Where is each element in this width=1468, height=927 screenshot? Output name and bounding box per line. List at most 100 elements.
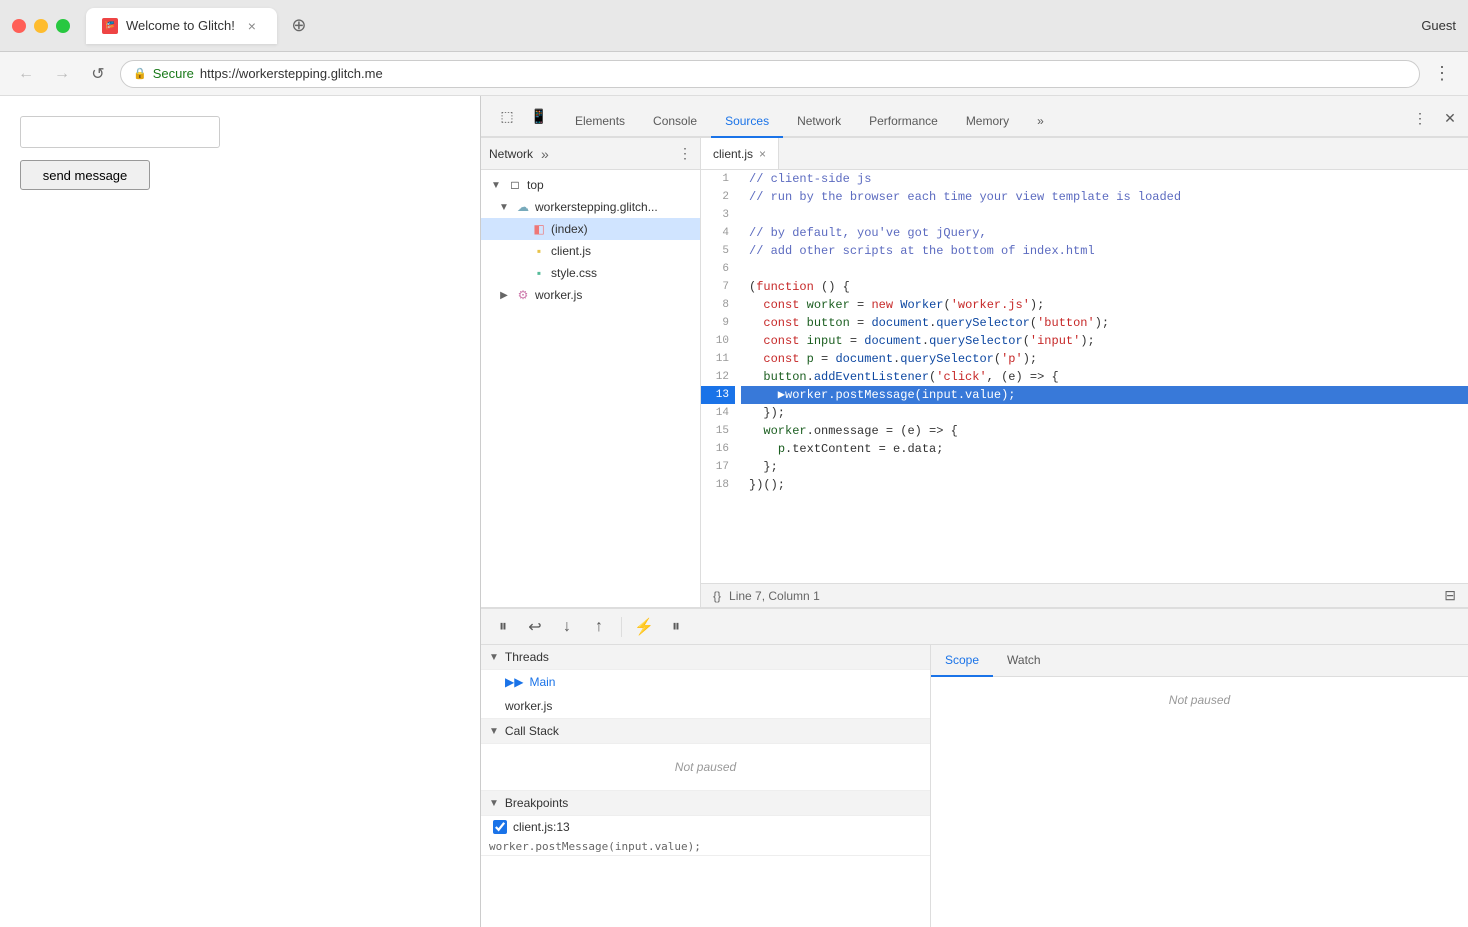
- call-stack-header[interactable]: ▼ Call Stack: [481, 719, 930, 744]
- minimize-button[interactable]: [34, 19, 48, 33]
- call-stack-arrow: ▼: [489, 726, 499, 737]
- tree-item-index[interactable]: ▶ ◧ (index): [481, 218, 700, 240]
- deactivate-breakpoints-button[interactable]: ⚡: [630, 613, 658, 641]
- tree-label-index: (index): [551, 222, 588, 236]
- message-input[interactable]: [20, 116, 220, 148]
- editor-tab-close-button[interactable]: ×: [759, 147, 766, 161]
- tab-elements[interactable]: Elements: [561, 106, 639, 138]
- back-button[interactable]: ←: [12, 60, 40, 88]
- tree-arrow-worker: ▶: [497, 288, 511, 302]
- new-tab-button[interactable]: ⊕: [285, 12, 313, 40]
- thread-worker-label: worker.js: [505, 699, 552, 713]
- tree-item-top[interactable]: ▼ □ top: [481, 174, 700, 196]
- status-expand-button[interactable]: ⊟: [1444, 587, 1456, 604]
- debug-right-tabs: Scope Watch: [931, 645, 1468, 677]
- code-editor-panel: client.js × 1 2 3 4 5: [701, 138, 1468, 607]
- send-message-button[interactable]: send message: [20, 160, 150, 190]
- line-num-1: 1: [701, 170, 735, 188]
- code-line-2: // run by the browser each time your vie…: [741, 188, 1468, 206]
- tree-css-icon: ▪: [531, 265, 547, 281]
- more-options-button[interactable]: ⋮: [1428, 60, 1456, 88]
- tree-item-style[interactable]: ▶ ▪ style.css: [481, 262, 700, 284]
- threads-arrow: ▼: [489, 652, 499, 663]
- close-button[interactable]: [12, 19, 26, 33]
- devtools-body: Network » ⋮ ▼ □ top: [481, 138, 1468, 927]
- tab-performance[interactable]: Performance: [855, 106, 952, 138]
- line-num-13: 13: [701, 386, 735, 404]
- status-curly-braces: {}: [713, 589, 721, 603]
- tab-memory[interactable]: Memory: [952, 106, 1023, 138]
- breakpoint-checkbox[interactable]: [493, 820, 507, 834]
- tab-console[interactable]: Console: [639, 106, 711, 138]
- breakpoints-header[interactable]: ▼ Breakpoints: [481, 791, 930, 816]
- line-num-11: 11: [701, 350, 735, 368]
- tab-more[interactable]: »: [1023, 106, 1058, 138]
- tree-item-domain[interactable]: ▼ ☁ workerstepping.glitch...: [481, 196, 700, 218]
- threads-header[interactable]: ▼ Threads: [481, 645, 930, 670]
- code-line-16: p.textContent = e.data;: [741, 440, 1468, 458]
- forward-button[interactable]: →: [48, 60, 76, 88]
- code-line-7: (function () {: [741, 278, 1468, 296]
- code-line-5: // add other scripts at the bottom of in…: [741, 242, 1468, 260]
- reload-button[interactable]: ↺: [84, 60, 112, 88]
- thread-main-label: Main: [529, 675, 555, 689]
- call-stack-title: Call Stack: [505, 724, 559, 738]
- file-tree: ▼ □ top ▼ ☁ workerstepping.glitch...: [481, 170, 700, 607]
- tab-watch[interactable]: Watch: [993, 645, 1055, 677]
- line-num-18: 18: [701, 476, 735, 494]
- sources-more-button[interactable]: »: [541, 146, 549, 162]
- browser-tab[interactable]: 🎏 Welcome to Glitch! ×: [86, 8, 277, 44]
- code-line-4: // by default, you've got jQuery,: [741, 224, 1468, 242]
- tab-title: Welcome to Glitch!: [126, 18, 235, 33]
- devtools-settings-button[interactable]: ⋮: [1406, 104, 1434, 132]
- code-line-9: const button = document.querySelector('b…: [741, 314, 1468, 332]
- threads-section: ▼ Threads ▶▶ Main worker.js: [481, 645, 930, 719]
- devtools-close-button[interactable]: ✕: [1436, 104, 1464, 132]
- maximize-button[interactable]: [56, 19, 70, 33]
- thread-main[interactable]: ▶▶ Main: [481, 670, 930, 694]
- step-out-button[interactable]: ↑: [585, 613, 613, 641]
- line-num-4: 4: [701, 224, 735, 242]
- toolbar-divider: [621, 617, 622, 637]
- line-num-5: 5: [701, 242, 735, 260]
- code-line-15: worker.onmessage = (e) => {: [741, 422, 1468, 440]
- tab-network[interactable]: Network: [783, 106, 855, 138]
- editor-tab-client[interactable]: client.js ×: [701, 138, 779, 169]
- pause-on-exceptions-button[interactable]: ⏸: [662, 613, 690, 641]
- breakpoints-title: Breakpoints: [505, 796, 568, 810]
- network-tab-label[interactable]: Network: [489, 147, 533, 161]
- breakpoints-arrow: ▼: [489, 798, 499, 809]
- pause-resume-button[interactable]: ⏸: [489, 613, 517, 641]
- tab-favicon: 🎏: [102, 18, 118, 34]
- thread-worker[interactable]: worker.js: [481, 694, 930, 718]
- code-line-3: [741, 206, 1468, 224]
- sources-menu-button[interactable]: ⋮: [678, 145, 692, 162]
- forward-icon: →: [54, 65, 70, 83]
- tab-scope[interactable]: Scope: [931, 645, 993, 677]
- line-num-15: 15: [701, 422, 735, 440]
- code-editor[interactable]: 1 2 3 4 5 6 7 8 9 10: [701, 170, 1468, 583]
- tree-item-worker[interactable]: ▶ ⚙ worker.js: [481, 284, 700, 306]
- tree-label-client: client.js: [551, 244, 591, 258]
- code-line-18: })();: [741, 476, 1468, 494]
- line-num-16: 16: [701, 440, 735, 458]
- code-line-6: [741, 260, 1468, 278]
- file-tree-panel: Network » ⋮ ▼ □ top: [481, 138, 701, 607]
- element-picker-button[interactable]: ⬚: [493, 102, 521, 130]
- tree-cloud-icon: ☁: [515, 199, 531, 215]
- page-content: send message: [0, 96, 480, 927]
- code-line-12: button.addEventListener('click', (e) => …: [741, 368, 1468, 386]
- step-into-button[interactable]: ↓: [553, 613, 581, 641]
- breakpoint-item-1[interactable]: client.js:13: [481, 816, 930, 838]
- step-over-button[interactable]: ↩: [521, 613, 549, 641]
- code-line-8: const worker = new Worker('worker.js');: [741, 296, 1468, 314]
- tree-arrow-top: ▼: [489, 178, 503, 192]
- code-line-17: };: [741, 458, 1468, 476]
- code-line-11: const p = document.querySelector('p');: [741, 350, 1468, 368]
- tree-item-client[interactable]: ▶ ▪ client.js: [481, 240, 700, 262]
- devtools-tabs: ⬚ 📱 Elements Console Sources Network Per…: [481, 96, 1468, 138]
- device-toolbar-button[interactable]: 📱: [525, 102, 553, 130]
- tab-sources[interactable]: Sources: [711, 106, 783, 138]
- address-bar[interactable]: 🔒 Secure https://workerstepping.glitch.m…: [120, 60, 1420, 88]
- tab-close-button[interactable]: ×: [243, 17, 261, 35]
